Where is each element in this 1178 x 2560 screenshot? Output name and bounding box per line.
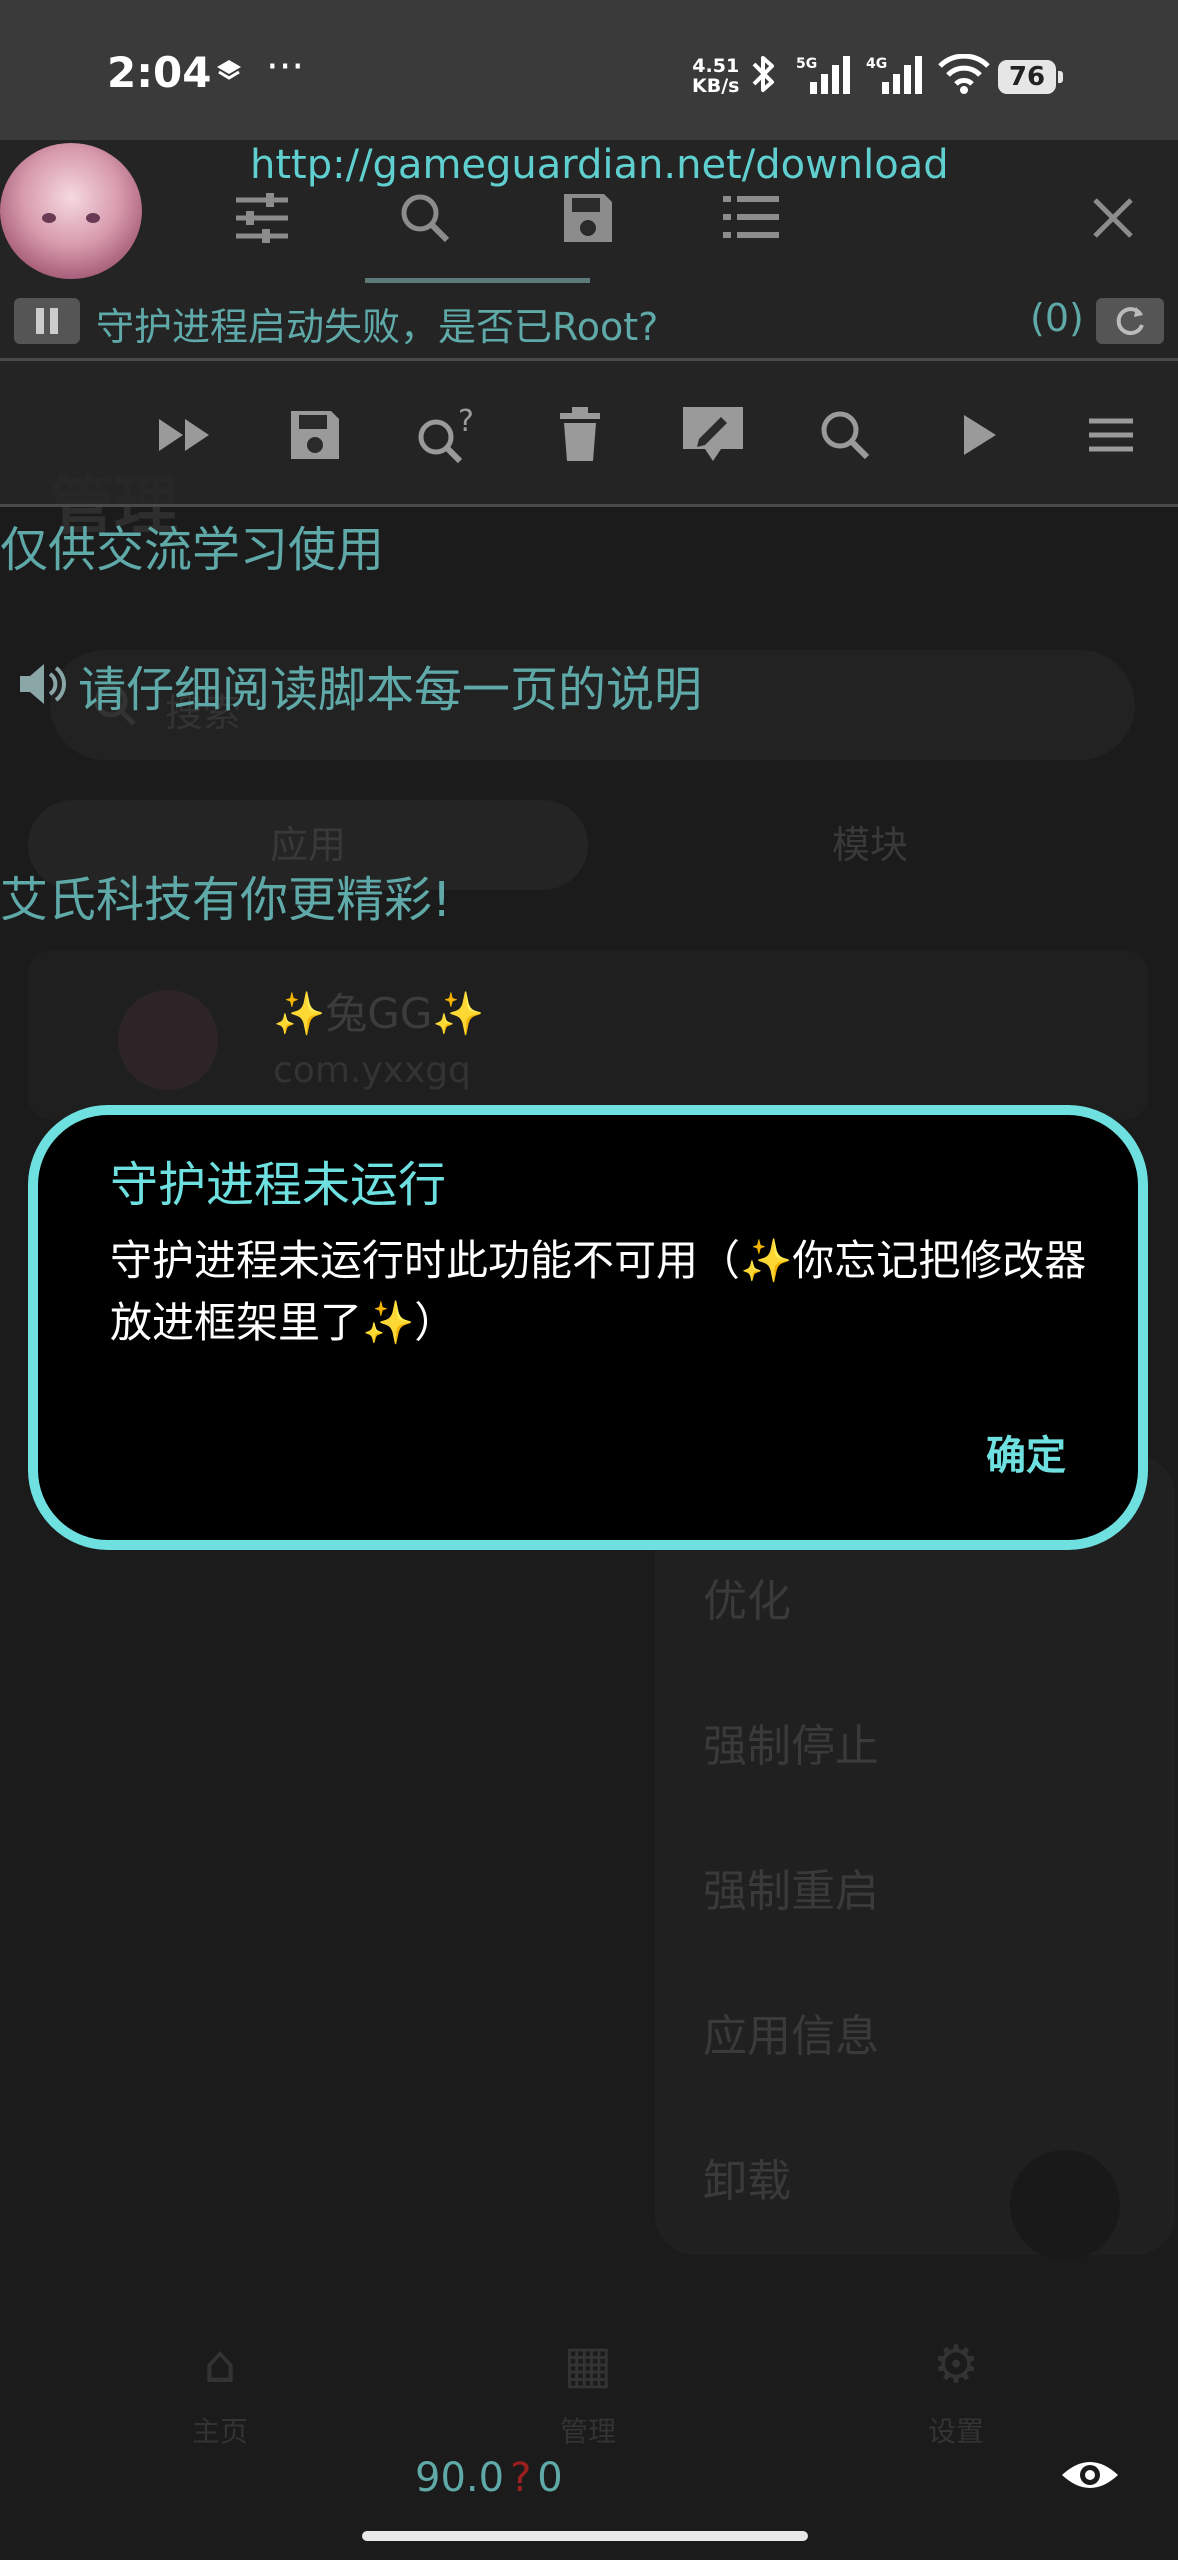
gg-status-line: 守护进程启动失败，是否已Root? (0) bbox=[0, 290, 1178, 360]
floating-action-button[interactable] bbox=[1010, 2150, 1120, 2260]
network-speed-value: 4.51 bbox=[692, 55, 740, 77]
nav-settings-label: 设置 bbox=[927, 2415, 984, 2448]
gg-speed-value: 90.0 bbox=[415, 2455, 505, 2501]
save-icon bbox=[291, 411, 339, 459]
fast-forward-button[interactable] bbox=[130, 375, 240, 495]
gg-speed-indicator: 90.0? 0 bbox=[415, 2455, 563, 2501]
nav-manage-label: 管理 bbox=[559, 2415, 616, 2448]
nav-settings[interactable]: ⚙ 设置 bbox=[856, 2330, 1056, 2450]
eye-icon bbox=[1062, 2462, 1118, 2488]
avatar-eye-right bbox=[86, 213, 100, 223]
visibility-toggle[interactable] bbox=[1060, 2455, 1120, 2499]
layers-icon bbox=[217, 60, 241, 80]
nav-home-label: 主页 bbox=[191, 2415, 248, 2448]
search-icon bbox=[821, 411, 870, 460]
gg-speed-count: 0 bbox=[537, 2455, 563, 2501]
gg-speed-unknown: ? bbox=[510, 2455, 532, 2501]
refresh-button[interactable] bbox=[1096, 298, 1164, 344]
avatar-eye-left bbox=[42, 213, 56, 223]
delete-button[interactable] bbox=[525, 375, 635, 495]
gg-divider bbox=[0, 358, 1178, 361]
gg-divider bbox=[0, 504, 1178, 507]
edit-selected-button[interactable] bbox=[658, 375, 768, 495]
script-line-1: 仅供交流学习使用 bbox=[0, 522, 385, 578]
screen: 2:04 ··· 4.51 KB/s 5G 4G 76 管理 搜索 应用 模块 … bbox=[0, 0, 1178, 2560]
dashboard-icon: ▦ bbox=[563, 2335, 613, 2395]
network-speed-unit: KB/s bbox=[692, 75, 740, 97]
search-unknown-button[interactable]: ? bbox=[392, 375, 502, 495]
dialog-title: 守护进程未运行 bbox=[110, 1157, 447, 1213]
gg-active-tab-indicator bbox=[365, 278, 590, 283]
menu-item-uninstall[interactable]: 卸载 bbox=[703, 2145, 791, 2209]
trash-icon bbox=[560, 407, 600, 461]
dialog-ok-button[interactable]: 确定 bbox=[986, 1423, 1066, 1481]
refresh-icon bbox=[1116, 307, 1144, 336]
wifi-icon bbox=[938, 54, 990, 94]
home-icon: ⌂ bbox=[203, 2335, 237, 2395]
play-button[interactable] bbox=[925, 375, 1035, 495]
menu-item-optimize[interactable]: 优化 bbox=[703, 1565, 791, 1629]
signal-4g-icon bbox=[882, 56, 922, 94]
sliders-icon bbox=[236, 192, 288, 243]
script-line-2-row: 请仔细阅读脚本每一页的说明 bbox=[18, 650, 702, 720]
menu-icon bbox=[1089, 418, 1133, 452]
more-notifications-icon: ··· bbox=[266, 44, 305, 90]
dialog-message: 守护进程未运行时此功能不可用（✨你忘记把修改器放进框架里了✨） bbox=[110, 1236, 1087, 1347]
save-list-button[interactable] bbox=[260, 375, 370, 495]
play-icon bbox=[964, 415, 996, 455]
home-gesture-bar[interactable] bbox=[362, 2531, 808, 2541]
save-icon bbox=[564, 193, 612, 242]
gg-close-button[interactable] bbox=[1048, 150, 1178, 285]
app-avatar bbox=[118, 990, 218, 1090]
network-speed: 4.51 KB/s bbox=[692, 56, 739, 96]
script-line-3: 艾氏科技有你更精彩! bbox=[0, 872, 452, 928]
fast-forward-icon bbox=[159, 419, 209, 451]
menu-item-force-restart[interactable]: 强制重启 bbox=[703, 1855, 879, 1919]
search-button[interactable] bbox=[790, 375, 900, 495]
context-menu: 优化 强制停止 强制重启 应用信息 卸载 bbox=[655, 1455, 1175, 2255]
battery-indicator: 76 bbox=[998, 60, 1063, 94]
bluetooth-icon bbox=[752, 56, 774, 92]
app-name: ✨兔GG✨ bbox=[273, 989, 485, 1038]
menu-item-force-stop[interactable]: 强制停止 bbox=[703, 1710, 879, 1774]
svg-text:?: ? bbox=[458, 404, 474, 439]
search-unknown-icon: ? bbox=[418, 404, 474, 464]
tab-modules[interactable]: 模块 bbox=[590, 800, 1150, 890]
gg-avatar[interactable] bbox=[0, 143, 142, 279]
search-icon bbox=[401, 194, 450, 242]
gg-menu-button[interactable] bbox=[1056, 375, 1166, 495]
speaker-icon bbox=[18, 662, 66, 718]
close-icon bbox=[1093, 197, 1133, 238]
script-line-2: 请仔细阅读脚本每一页的说明 bbox=[78, 662, 703, 718]
signal-5g-icon bbox=[810, 56, 850, 94]
status-time: 2:04 bbox=[107, 48, 212, 97]
pause-button[interactable] bbox=[14, 298, 80, 344]
list-icon bbox=[723, 195, 779, 238]
app-card[interactable]: ✨兔GG✨ com.yxxgq bbox=[28, 950, 1148, 1120]
gg-status-message: 守护进程启动失败，是否已Root? bbox=[96, 305, 659, 349]
gg-tools-row: ? bbox=[0, 375, 1178, 495]
status-bar: 2:04 ··· 4.51 KB/s 5G 4G 76 bbox=[0, 0, 1178, 140]
nav-manage[interactable]: ▦ 管理 bbox=[488, 2330, 688, 2450]
gg-result-count: (0) bbox=[1030, 296, 1084, 340]
nav-home[interactable]: ⌂ 主页 bbox=[120, 2330, 320, 2450]
menu-item-app-info[interactable]: 应用信息 bbox=[703, 2000, 879, 2064]
bottom-navigation: ⌂ 主页 ▦ 管理 ⚙ 设置 bbox=[0, 2330, 1178, 2520]
gear-icon: ⚙ bbox=[932, 2335, 980, 2395]
edit-message-icon bbox=[683, 407, 743, 461]
gg-download-link[interactable]: http://gameguardian.net/download bbox=[250, 142, 949, 188]
app-package: com.yxxgq bbox=[273, 1050, 471, 1091]
alert-dialog: 守护进程未运行 守护进程未运行时此功能不可用（✨你忘记把修改器放进框架里了✨） … bbox=[28, 1105, 1148, 1550]
